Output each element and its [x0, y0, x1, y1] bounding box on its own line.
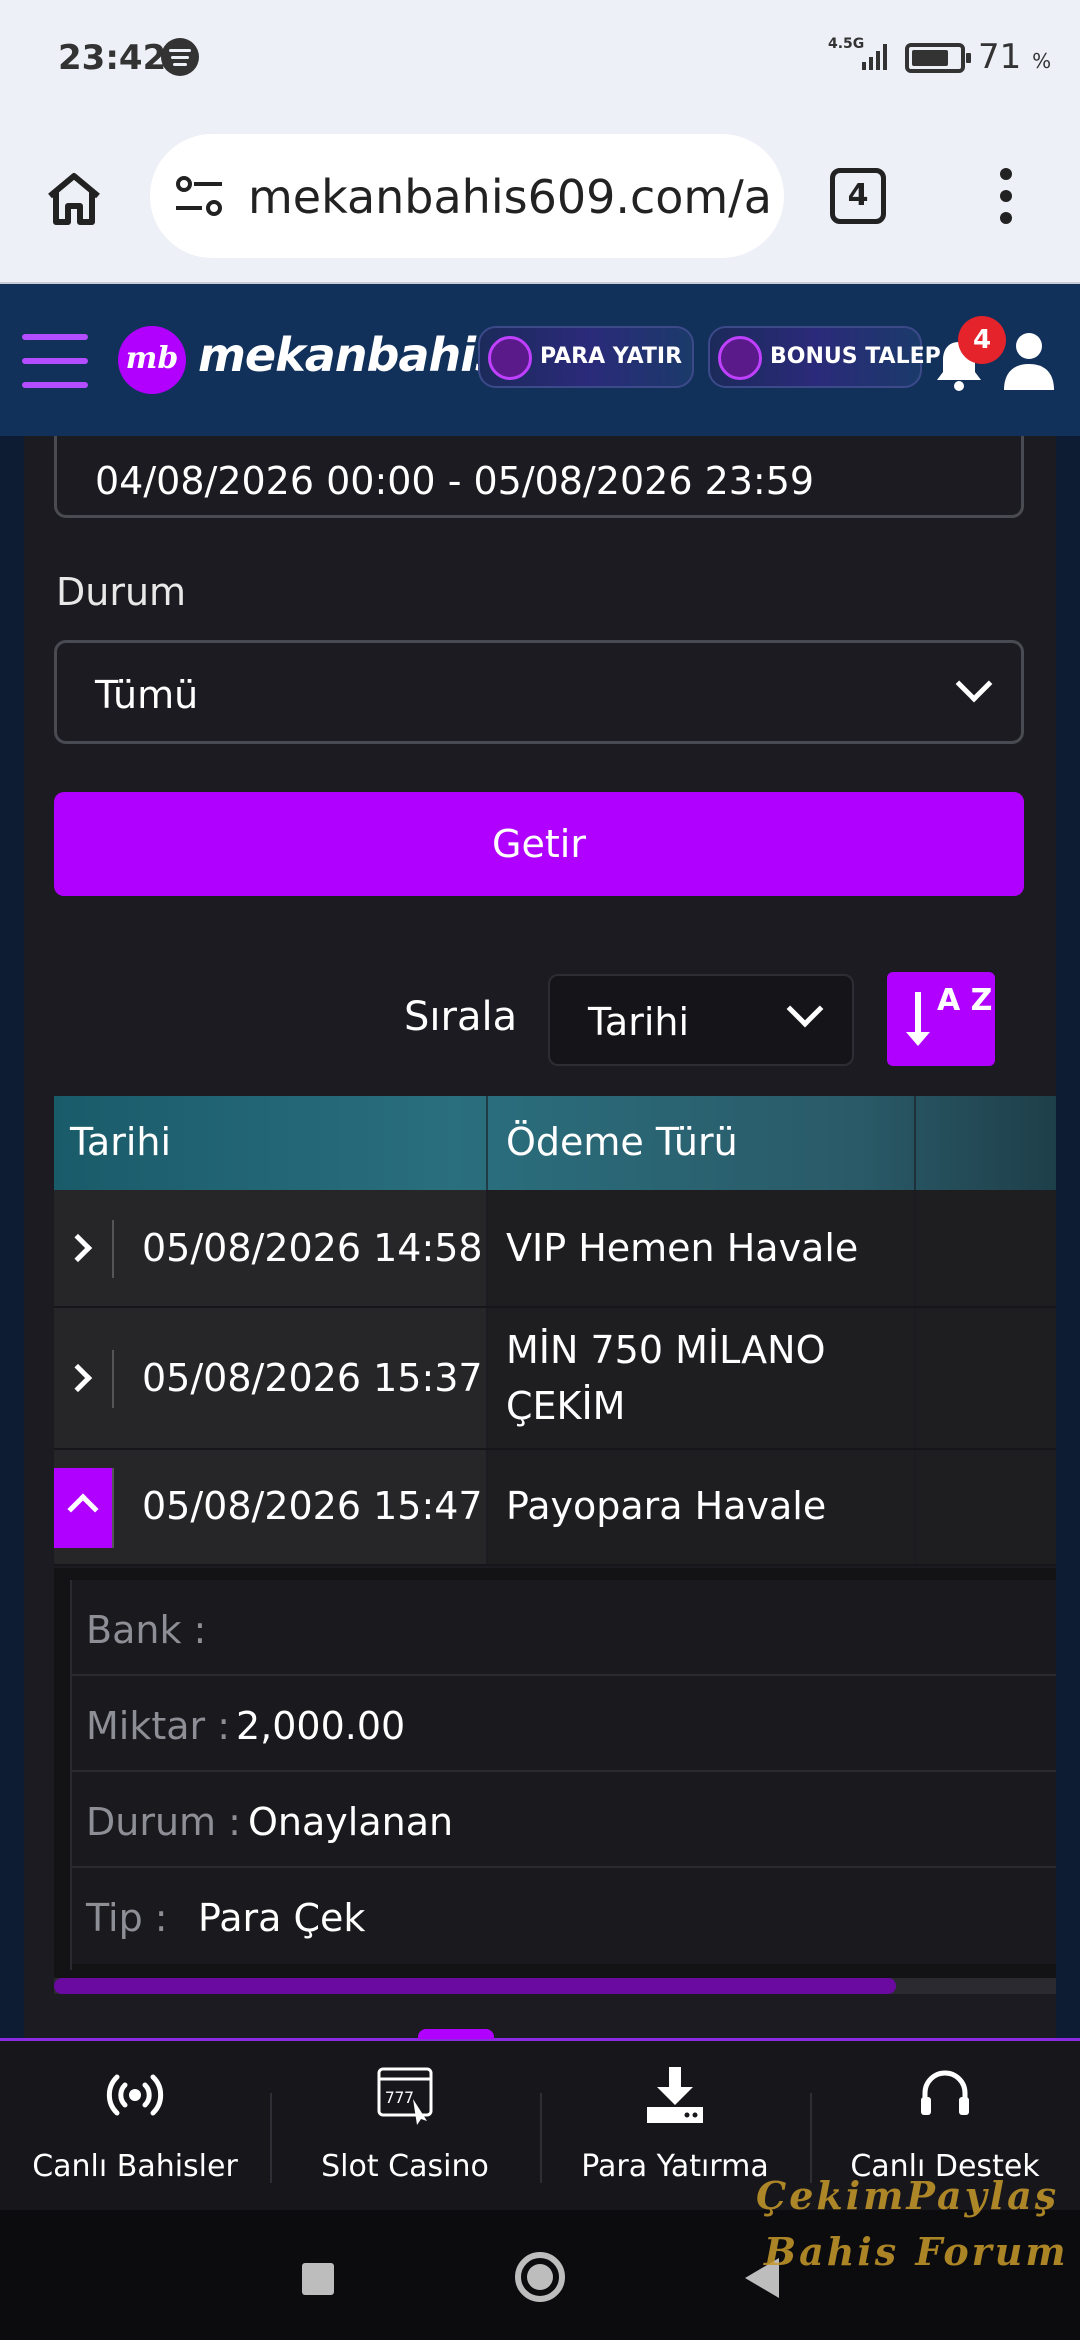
- scrollbar-thumb[interactable]: [54, 1978, 896, 1994]
- url-text: mekanbahis609.com/account: [248, 170, 768, 224]
- sort-value: Tarihi: [588, 1000, 690, 1044]
- network-type-label: 4.5G: [828, 36, 865, 52]
- nav-slot-casino[interactable]: 777 Slot Casino: [270, 2041, 540, 2213]
- download-tray-icon: [647, 2067, 703, 2123]
- chevron-down-icon: [786, 990, 824, 1028]
- transaction-history-panel: 04/08/2026 00:00 - 05/08/2026 23:59 Duru…: [24, 436, 1056, 2040]
- sort-label: Sırala: [404, 994, 518, 1040]
- status-time: 23:42: [58, 38, 167, 78]
- chevron-down-icon: [955, 665, 993, 703]
- headset-icon: [921, 2070, 969, 2115]
- bonus-request-button[interactable]: BONUS TALEP: [708, 326, 941, 388]
- spotify-icon: [161, 38, 199, 76]
- battery-percent: 71 %: [978, 37, 1052, 77]
- slot-machine-icon: 777: [377, 2067, 433, 2125]
- amount-value: 2,000.00: [236, 1704, 406, 1748]
- recents-button[interactable]: [302, 2263, 334, 2295]
- hamburger-menu-icon[interactable]: [22, 334, 88, 392]
- expand-row-button[interactable]: [54, 1190, 114, 1308]
- status-value: Onaylanan: [248, 1800, 454, 1844]
- row-details: Bank : Miktar : 2,000.00 Durum : Onaylan…: [54, 1568, 1056, 1980]
- deposit-button[interactable]: PARA YATIR: [478, 326, 694, 388]
- row-payment-type: VIP Hemen Havale: [506, 1226, 859, 1270]
- detail-amount: Miktar : 2,000.00: [72, 1676, 1056, 1772]
- table-header: Tarihi Ödeme Türü: [54, 1096, 1056, 1190]
- type-value: Para Çek: [198, 1896, 366, 1940]
- detail-type: Tip : Para Çek: [72, 1868, 1056, 1964]
- sort-arrow-icon: [906, 992, 930, 1046]
- sort-az-icon: A Z: [937, 983, 993, 1018]
- collapse-row-button[interactable]: [54, 1468, 114, 1548]
- status-filter-label: Durum: [56, 570, 187, 614]
- forum-watermark: ÇekimPaylaş Bahis Forum: [756, 2173, 1069, 2274]
- site-settings-icon[interactable]: [172, 174, 226, 218]
- status-filter-select[interactable]: Tümü: [54, 640, 1024, 744]
- row-payment-type: Payopara Havale: [506, 1484, 827, 1528]
- row-date: 05/08/2026 14:58: [142, 1226, 483, 1270]
- row-payment-type: MİN 750 MİLANO ÇEKİM: [506, 1328, 826, 1428]
- detail-status: Durum : Onaylanan: [72, 1772, 1056, 1868]
- date-range-field[interactable]: 04/08/2026 00:00 - 05/08/2026 23:59: [54, 436, 1024, 518]
- live-broadcast-icon: [106, 2074, 164, 2116]
- table-row[interactable]: 05/08/2026 15:37 MİN 750 MİLANO ÇEKİM: [54, 1308, 1056, 1450]
- signal-icon: [862, 44, 887, 70]
- sort-direction-button[interactable]: A Z: [887, 972, 995, 1066]
- row-date: 05/08/2026 15:37: [142, 1356, 483, 1400]
- tab-switcher-button[interactable]: 4: [830, 168, 886, 224]
- status-bar: 23:42 4.5G 71 %: [0, 0, 1080, 112]
- browser-toolbar: mekanbahis609.com/account 4: [0, 112, 1080, 284]
- home-icon[interactable]: [42, 166, 106, 230]
- row-date: 05/08/2026 15:47: [142, 1484, 483, 1528]
- status-filter-value: Tümü: [95, 673, 199, 717]
- table-row-expanded[interactable]: 05/08/2026 15:47 Payopara Havale: [54, 1450, 1056, 1566]
- table-row[interactable]: 05/08/2026 14:58 VIP Hemen Havale: [54, 1190, 1056, 1308]
- chevron-right-icon: [63, 1363, 93, 1393]
- notification-badge: 4: [958, 316, 1006, 364]
- expand-row-button[interactable]: [54, 1308, 114, 1450]
- overflow-menu-icon[interactable]: [996, 168, 1016, 228]
- column-header-payment-type[interactable]: Ödeme Türü: [506, 1120, 738, 1164]
- column-header-date[interactable]: Tarihi: [70, 1120, 171, 1164]
- home-button[interactable]: [515, 2252, 565, 2302]
- logo-mark[interactable]: mb: [118, 326, 186, 394]
- gift-icon: [718, 336, 762, 380]
- wallet-icon: [488, 336, 532, 380]
- chevron-up-icon: [67, 1493, 99, 1525]
- fetch-button[interactable]: Getir: [54, 792, 1024, 896]
- detail-bank: Bank :: [72, 1580, 1056, 1676]
- address-bar[interactable]: mekanbahis609.com/account: [150, 134, 784, 258]
- battery-icon: [905, 43, 971, 73]
- horizontal-scrollbar[interactable]: [54, 1978, 1056, 1994]
- nav-live-bets[interactable]: Canlı Bahisler: [0, 2041, 270, 2213]
- transactions-table: Tarihi Ödeme Türü 05/08/2026 14:58 VIP H…: [54, 1096, 1056, 1566]
- svg-text:777: 777: [385, 2088, 414, 2107]
- user-icon[interactable]: [1000, 328, 1058, 392]
- chevron-right-icon: [63, 1233, 93, 1263]
- logo-wordmark[interactable]: mekanbahis®: [198, 328, 517, 382]
- sort-select[interactable]: Tarihi: [548, 974, 854, 1066]
- site-header: mb mekanbahis® PARA YATIR BONUS TALEP: [0, 284, 1080, 436]
